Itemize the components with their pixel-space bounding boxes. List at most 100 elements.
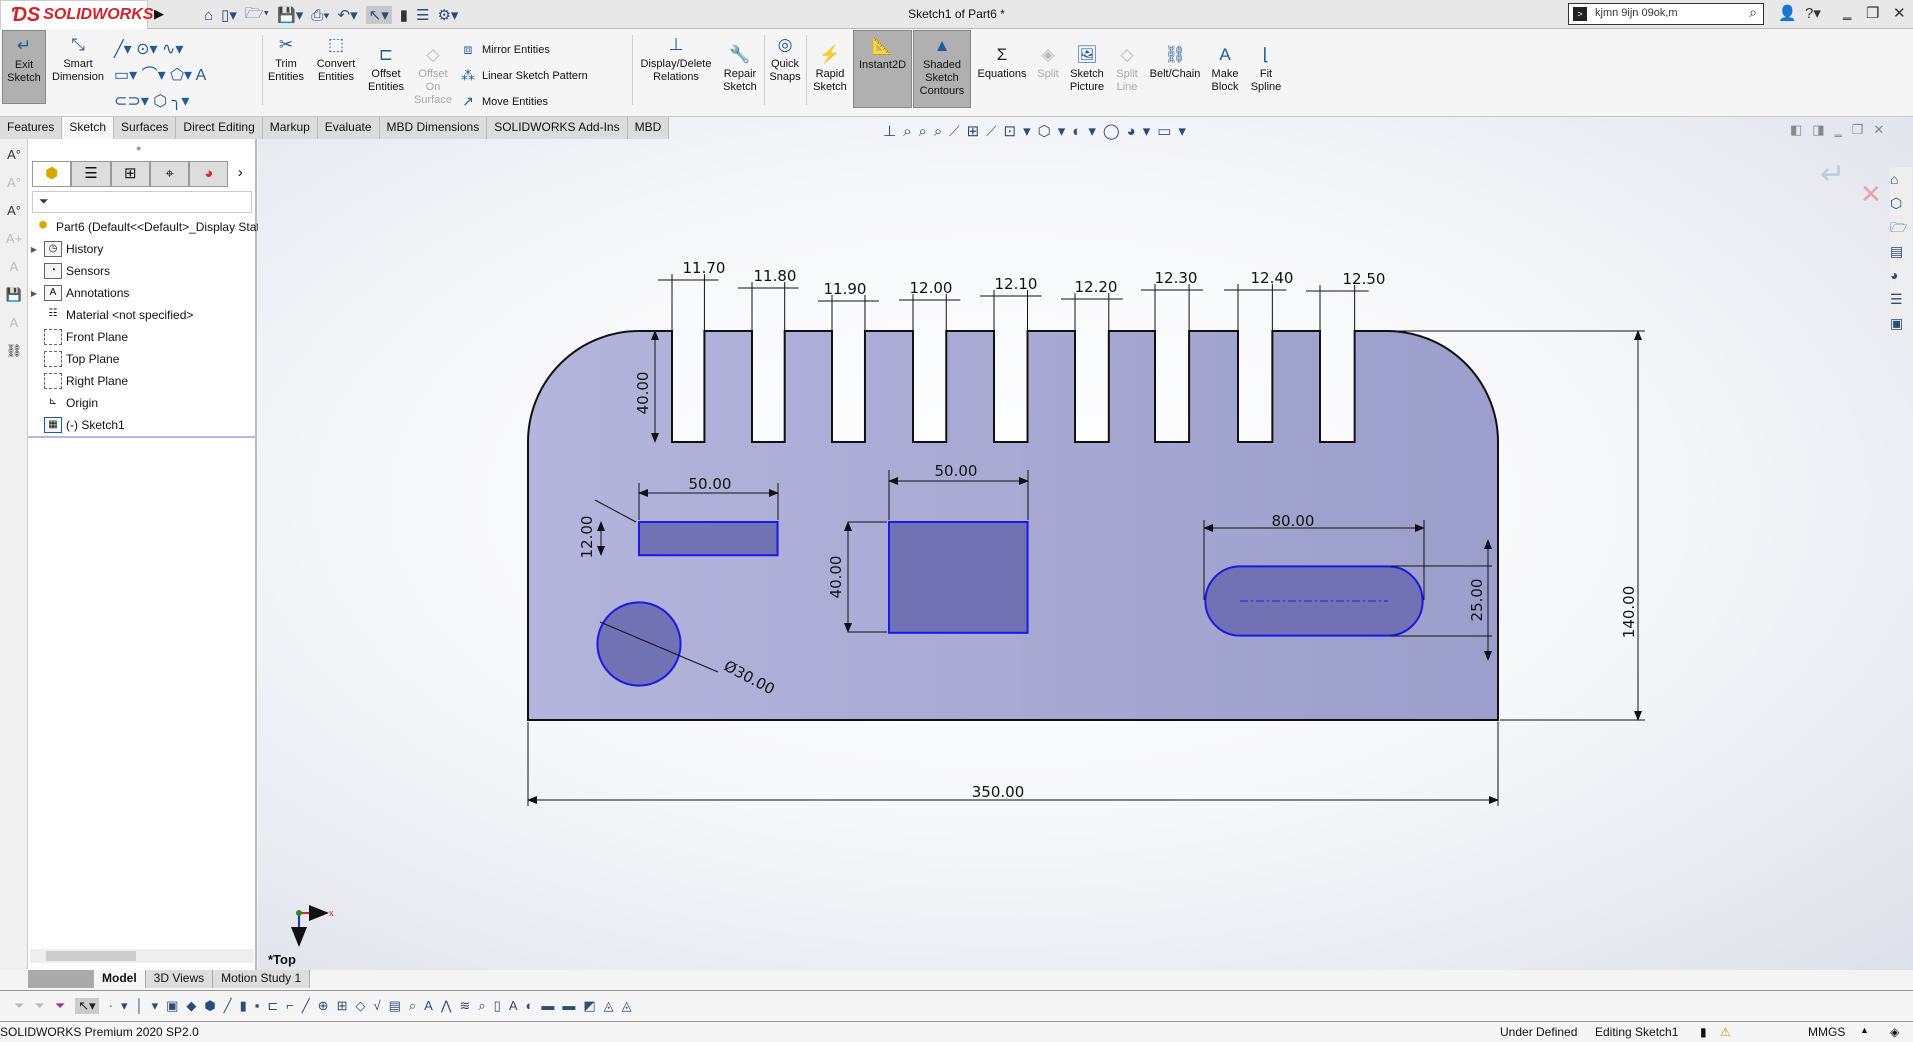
- tree-item-origin[interactable]: ⊾ Origin: [28, 393, 98, 413]
- slot-depth-dimension[interactable]: 40.00: [634, 372, 652, 415]
- line-icon[interactable]: ╱▾: [114, 41, 132, 58]
- expand-arrow-icon[interactable]: ▶: [28, 245, 40, 254]
- minimize-button[interactable]: ‗: [1843, 4, 1851, 21]
- select-arrow-icon[interactable]: ↖▾: [75, 998, 99, 1014]
- overall-width-dimension[interactable]: 350.00: [972, 783, 1025, 801]
- slot-width-dimension[interactable]: 12.20: [1075, 278, 1118, 296]
- fit-spline-button[interactable]: ⌊ Fit Spline: [1246, 45, 1286, 94]
- more-tabs-chevron-icon[interactable]: ›: [228, 161, 252, 187]
- tab-surfaces[interactable]: Surfaces: [114, 117, 177, 139]
- repair-sketch-button[interactable]: 🔧 Repair Sketch: [718, 45, 762, 94]
- tab-solidworks-add-ins[interactable]: SOLIDWORKS Add-Ins: [487, 117, 628, 139]
- slot-width-dimension[interactable]: 12.40: [1251, 269, 1294, 287]
- search-icon[interactable]: ⌕: [1749, 4, 1757, 21]
- slot-width-dimension[interactable]: 11.90: [824, 280, 867, 298]
- hexagon-icon[interactable]: ⬡: [153, 93, 167, 110]
- spline-icon[interactable]: ∿▾: [162, 41, 183, 58]
- sketch-picture-button[interactable]: 🖼 Sketch Picture: [1066, 45, 1108, 94]
- polygon-icon[interactable]: ⬠▾: [170, 67, 192, 84]
- rapid-sketch-button[interactable]: ⚡ Rapid Sketch: [810, 45, 850, 94]
- text-icon[interactable]: A: [196, 67, 207, 84]
- rectangle-1[interactable]: [638, 521, 779, 557]
- slot-icon[interactable]: ⊂⊃▾: [114, 93, 149, 110]
- tab-scroll-arrows[interactable]: [28, 970, 94, 988]
- tab-direct-editing[interactable]: Direct Editing: [176, 117, 263, 139]
- circle[interactable]: [596, 601, 682, 687]
- tree-item-material[interactable]: ☷ Material <not specified>: [28, 305, 194, 325]
- rectangle-icon[interactable]: ▭▾: [114, 67, 137, 84]
- rebuild-status-icon[interactable]: ▮: [1700, 1025, 1707, 1039]
- rect2-height-dimension[interactable]: 40.00: [827, 556, 845, 599]
- circle-icon[interactable]: ⊙▾: [136, 41, 157, 58]
- expand-arrow-icon[interactable]: ▶: [28, 289, 40, 298]
- quick-snaps-button[interactable]: ◎ Quick Snaps: [766, 35, 804, 84]
- slot-width-dimension[interactable]: 12.00: [910, 279, 953, 297]
- belt-chain-button[interactable]: ⛓ Belt/Chain: [1146, 45, 1204, 81]
- overall-height-dimension[interactable]: 140.00: [1620, 586, 1638, 639]
- make-block-button[interactable]: A Make Block: [1206, 45, 1244, 94]
- smart-dimension-button[interactable]: ⤡ Smart Dimension: [50, 35, 106, 84]
- rect2-width-dimension[interactable]: 50.00: [935, 462, 978, 480]
- tab-motion-study-1[interactable]: Motion Study 1: [213, 970, 311, 988]
- equations-button[interactable]: Σ Equations: [974, 45, 1030, 81]
- slot-width-dimension[interactable]: 12.50: [1343, 270, 1386, 288]
- tab-mbd-dimensions[interactable]: MBD Dimensions: [379, 117, 488, 139]
- feature-manager-tab-icon[interactable]: ⬢: [32, 161, 72, 187]
- help-icon[interactable]: ?▾: [1805, 4, 1821, 22]
- linear-sketch-pattern-button[interactable]: ⁂ Linear Sketch Pattern: [460, 67, 588, 84]
- belt-icon[interactable]: ⛓: [4, 343, 24, 363]
- insert-annotation-icon[interactable]: A°: [4, 203, 24, 223]
- instant2d-button[interactable]: 📐 Instant2D: [853, 30, 912, 108]
- configuration-manager-tab-icon[interactable]: ⊞: [110, 161, 150, 187]
- property-manager-tab-icon[interactable]: ☰: [71, 161, 111, 187]
- dimxpert-tab-icon[interactable]: ⌖: [149, 161, 190, 187]
- sketch-entity-tools[interactable]: ╱▾ ⊙▾ ∿▾ ▭▾ ⌒▾ ⬠▾ A ⊂⊃▾ ⬡ ╮▾: [114, 37, 254, 115]
- stamp-icon[interactable]: A: [4, 315, 24, 335]
- arc-icon[interactable]: ⌒▾: [142, 67, 166, 84]
- rect1-width-dimension[interactable]: 50.00: [689, 475, 732, 493]
- sketch-canvas[interactable]: 11.70 11.80 11.90 12.00 12.10 12.20 12.3…: [258, 117, 1913, 970]
- exit-sketch-button[interactable]: ↵ Exit Sketch: [2, 30, 46, 104]
- close-button[interactable]: ✕: [1893, 4, 1906, 22]
- tab-evaluate[interactable]: Evaluate: [317, 117, 380, 139]
- unit-system[interactable]: MMGS: [1808, 1025, 1845, 1039]
- panel-grip-icon[interactable]: ●: [136, 143, 141, 153]
- shaded-sketch-contours-button[interactable]: ▲ Shaded Sketch Contours: [913, 30, 971, 108]
- tab-model[interactable]: Model: [94, 970, 146, 988]
- tab-markup[interactable]: Markup: [262, 117, 318, 139]
- add-annotation-icon[interactable]: A+: [4, 231, 24, 251]
- slot-width-dimension[interactable]: 11.80: [754, 267, 797, 285]
- convert-entities-button[interactable]: ⬚ Convert Entities: [310, 35, 362, 84]
- offset-on-surface-button[interactable]: ◇ Offset On Surface: [410, 45, 456, 107]
- annotation-view-icon[interactable]: A: [4, 259, 24, 279]
- user-icon[interactable]: 👤: [1778, 4, 1797, 22]
- restore-button[interactable]: ❐: [1866, 4, 1879, 22]
- rollback-bar[interactable]: [28, 436, 257, 438]
- straight-slot[interactable]: [1204, 565, 1424, 637]
- units-menu-arrow-icon[interactable]: ▲: [1860, 1025, 1869, 1035]
- edit-annotation-icon[interactable]: A°: [4, 175, 24, 195]
- rect1-height-dimension[interactable]: 12.00: [578, 516, 596, 559]
- trim-entities-button[interactable]: ✂ Trim Entities: [264, 35, 308, 84]
- filter-clear-icon[interactable]: ⏷: [34, 998, 44, 1014]
- tree-item-sensors[interactable]: ◔ Sensors: [28, 261, 110, 281]
- annotation-icon[interactable]: A°: [4, 147, 24, 167]
- customize-status-icon[interactable]: ◈: [1890, 1025, 1899, 1039]
- slot-length-dimension[interactable]: 80.00: [1272, 512, 1315, 530]
- tab-features[interactable]: Features: [0, 117, 63, 139]
- tab-sketch[interactable]: Sketch: [62, 117, 115, 139]
- split-line-button[interactable]: ◇ Split Line: [1110, 45, 1144, 94]
- display-manager-tab-icon[interactable]: ◕: [189, 161, 229, 187]
- mirror-entities-button[interactable]: ⧈ Mirror Entities: [460, 41, 550, 58]
- graphics-area[interactable]: ⊥⌕⌕⌕⟋⊞⟋⊡▾⬡▾◐▾◯◕▾▭▾ ◧◨‗❐✕ ↵ ✕ ⌂ ⬡ 🗁 ▤ ◕ ☰ ▣ 11.…: [258, 117, 1913, 970]
- split-button[interactable]: ◈ Split: [1034, 45, 1062, 81]
- tab-mbd[interactable]: MBD: [627, 117, 670, 139]
- filter-all-icon[interactable]: ⏷: [55, 998, 65, 1014]
- display-delete-relations-button[interactable]: ⊥ Display/Delete Relations: [636, 35, 716, 84]
- slot-height-dimension[interactable]: 25.00: [1468, 579, 1486, 622]
- filter-toggle-icon[interactable]: ⏷: [14, 998, 24, 1014]
- slot-width-dimension[interactable]: 12.10: [995, 275, 1038, 293]
- save-annotation-icon[interactable]: 💾: [4, 287, 24, 307]
- fillet-icon[interactable]: ╮▾: [172, 93, 190, 110]
- tree-root-part6[interactable]: ⬢ Part6 (Default<<Default>_Display State: [30, 217, 267, 237]
